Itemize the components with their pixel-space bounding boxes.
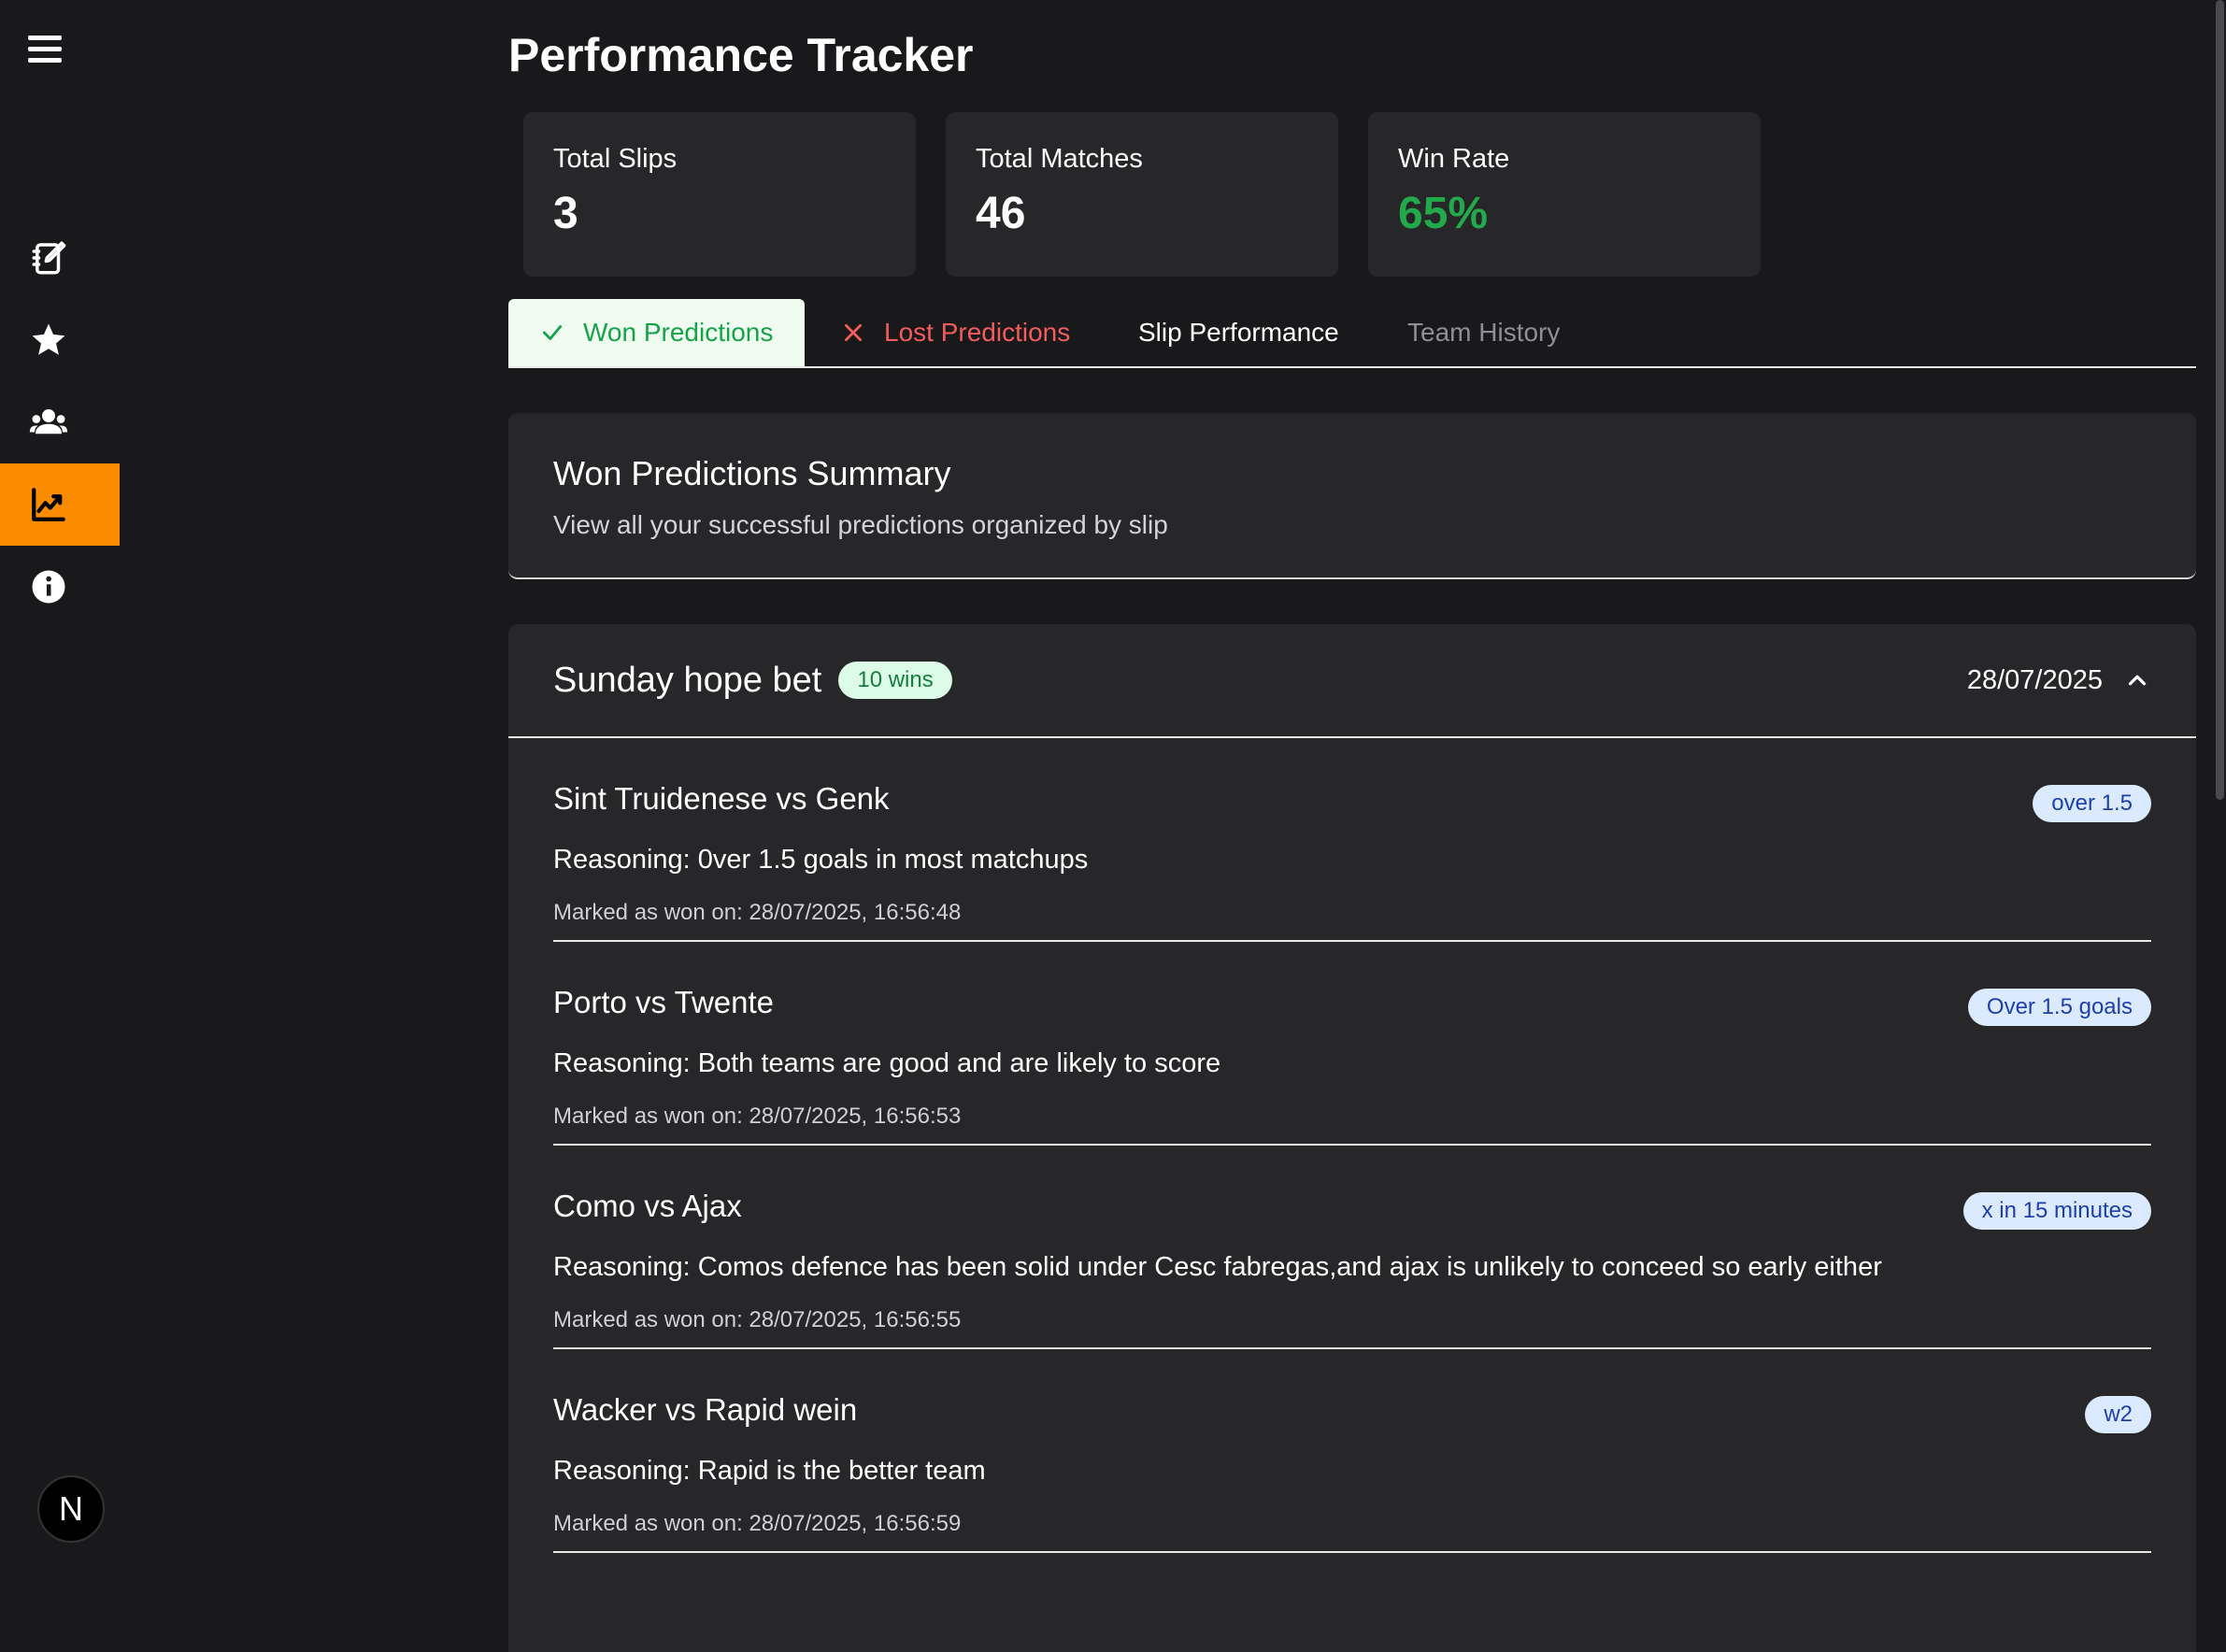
prediction-marked-time: Marked as won on: 28/07/2025, 16:56:55 (553, 1307, 962, 1332)
prediction-list: Sint Truidenese vs Genk over 1.5 Reasoni… (508, 738, 2196, 1553)
prediction-match: Wacker vs Rapid wein (553, 1392, 858, 1427)
chart-line-icon (32, 488, 65, 521)
prediction-match: Sint Truidenese vs Genk (553, 781, 890, 816)
edit-notebook-icon (32, 241, 66, 275)
stat-label: Total Slips (553, 144, 678, 174)
sidebar: N (0, 0, 120, 1579)
tab-label: Won Predictions (583, 318, 774, 347)
sidebar-item-performance[interactable] (0, 463, 120, 546)
tab-label: Team History (1407, 318, 1561, 347)
prediction-match: Porto vs Twente (553, 985, 775, 1019)
prediction-badge: x in 15 minutes (1962, 1192, 2151, 1230)
slip-name: Sunday hope bet (553, 660, 822, 700)
slip-header[interactable]: Sunday hope bet 10 wins 28/07/2025 (508, 624, 2196, 738)
stat-value: 46 (976, 189, 1026, 238)
prediction-badge: w2 (2085, 1396, 2151, 1433)
sidebar-item-teams[interactable] (0, 381, 120, 463)
prediction-badge: Over 1.5 goals (1967, 989, 2151, 1026)
slip-card: Sunday hope bet 10 wins 28/07/2025 Sint … (508, 624, 2196, 1652)
stat-card-total-matches: Total Matches 46 (946, 112, 1338, 277)
prediction-item: Como vs Ajax x in 15 minutes Reasoning: … (553, 1146, 2151, 1349)
summary-title: Won Predictions Summary (553, 454, 951, 492)
scrollbar[interactable] (2213, 0, 2226, 1579)
summary-card: Won Predictions Summary View all your su… (508, 413, 2196, 579)
prediction-reasoning: Reasoning: Rapid is the better team (553, 1456, 986, 1486)
tab-bar: Won Predictions Lost Predictions Slip Pe… (508, 299, 2196, 368)
tab-team-history[interactable]: Team History (1407, 299, 1591, 366)
stat-value: 3 (553, 189, 578, 238)
users-icon (29, 409, 68, 434)
sidebar-item-favorites[interactable] (0, 299, 120, 381)
info-icon (32, 570, 65, 604)
tab-label: Lost Predictions (884, 318, 1071, 347)
summary-subtitle: View all your successful predictions org… (553, 510, 1168, 539)
stat-value: 65% (1398, 189, 1489, 238)
wins-badge: 10 wins (838, 662, 952, 699)
tab-won-predictions[interactable]: Won Predictions (508, 299, 806, 366)
chevron-up-icon[interactable] (2123, 666, 2151, 694)
sidebar-item-about[interactable] (0, 546, 120, 628)
prediction-match: Como vs Ajax (553, 1189, 742, 1223)
sidebar-item-predictions[interactable] (0, 217, 120, 299)
prediction-item: Wacker vs Rapid wein w2 Reasoning: Rapid… (553, 1349, 2151, 1553)
slip-date: 28/07/2025 (1966, 664, 2103, 695)
tab-slip-performance[interactable]: Slip Performance (1138, 299, 1371, 366)
page-title: Performance Tracker (508, 29, 974, 81)
prediction-badge: over 1.5 (2033, 785, 2151, 822)
prediction-reasoning: Reasoning: Comos defence has been solid … (553, 1252, 1882, 1282)
prediction-marked-time: Marked as won on: 28/07/2025, 16:56:53 (553, 1104, 962, 1129)
prediction-item: Porto vs Twente Over 1.5 goals Reasoning… (553, 942, 2151, 1146)
stat-label: Win Rate (1398, 144, 1510, 174)
prediction-marked-time: Marked as won on: 28/07/2025, 16:56:59 (553, 1511, 962, 1536)
prediction-reasoning: Reasoning: Both teams are good and are l… (553, 1048, 1221, 1078)
scrollbar-thumb[interactable] (2216, 0, 2224, 800)
star-icon (32, 323, 65, 355)
tab-lost-predictions[interactable]: Lost Predictions (841, 299, 1102, 366)
stat-card-total-slips: Total Slips 3 (523, 112, 916, 277)
check-icon (542, 325, 563, 340)
prediction-marked-time: Marked as won on: 28/07/2025, 16:56:48 (553, 900, 962, 925)
stat-label: Total Matches (976, 144, 1143, 174)
avatar[interactable]: N (37, 1475, 105, 1543)
hamburger-menu-icon[interactable] (28, 28, 69, 69)
prediction-reasoning: Reasoning: 0ver 1.5 goals in most matchu… (553, 845, 1089, 875)
tab-label: Slip Performance (1138, 318, 1339, 347)
stat-card-win-rate: Win Rate 65% (1368, 112, 1761, 277)
close-icon (845, 324, 862, 341)
prediction-item: Sint Truidenese vs Genk over 1.5 Reasoni… (553, 738, 2151, 942)
